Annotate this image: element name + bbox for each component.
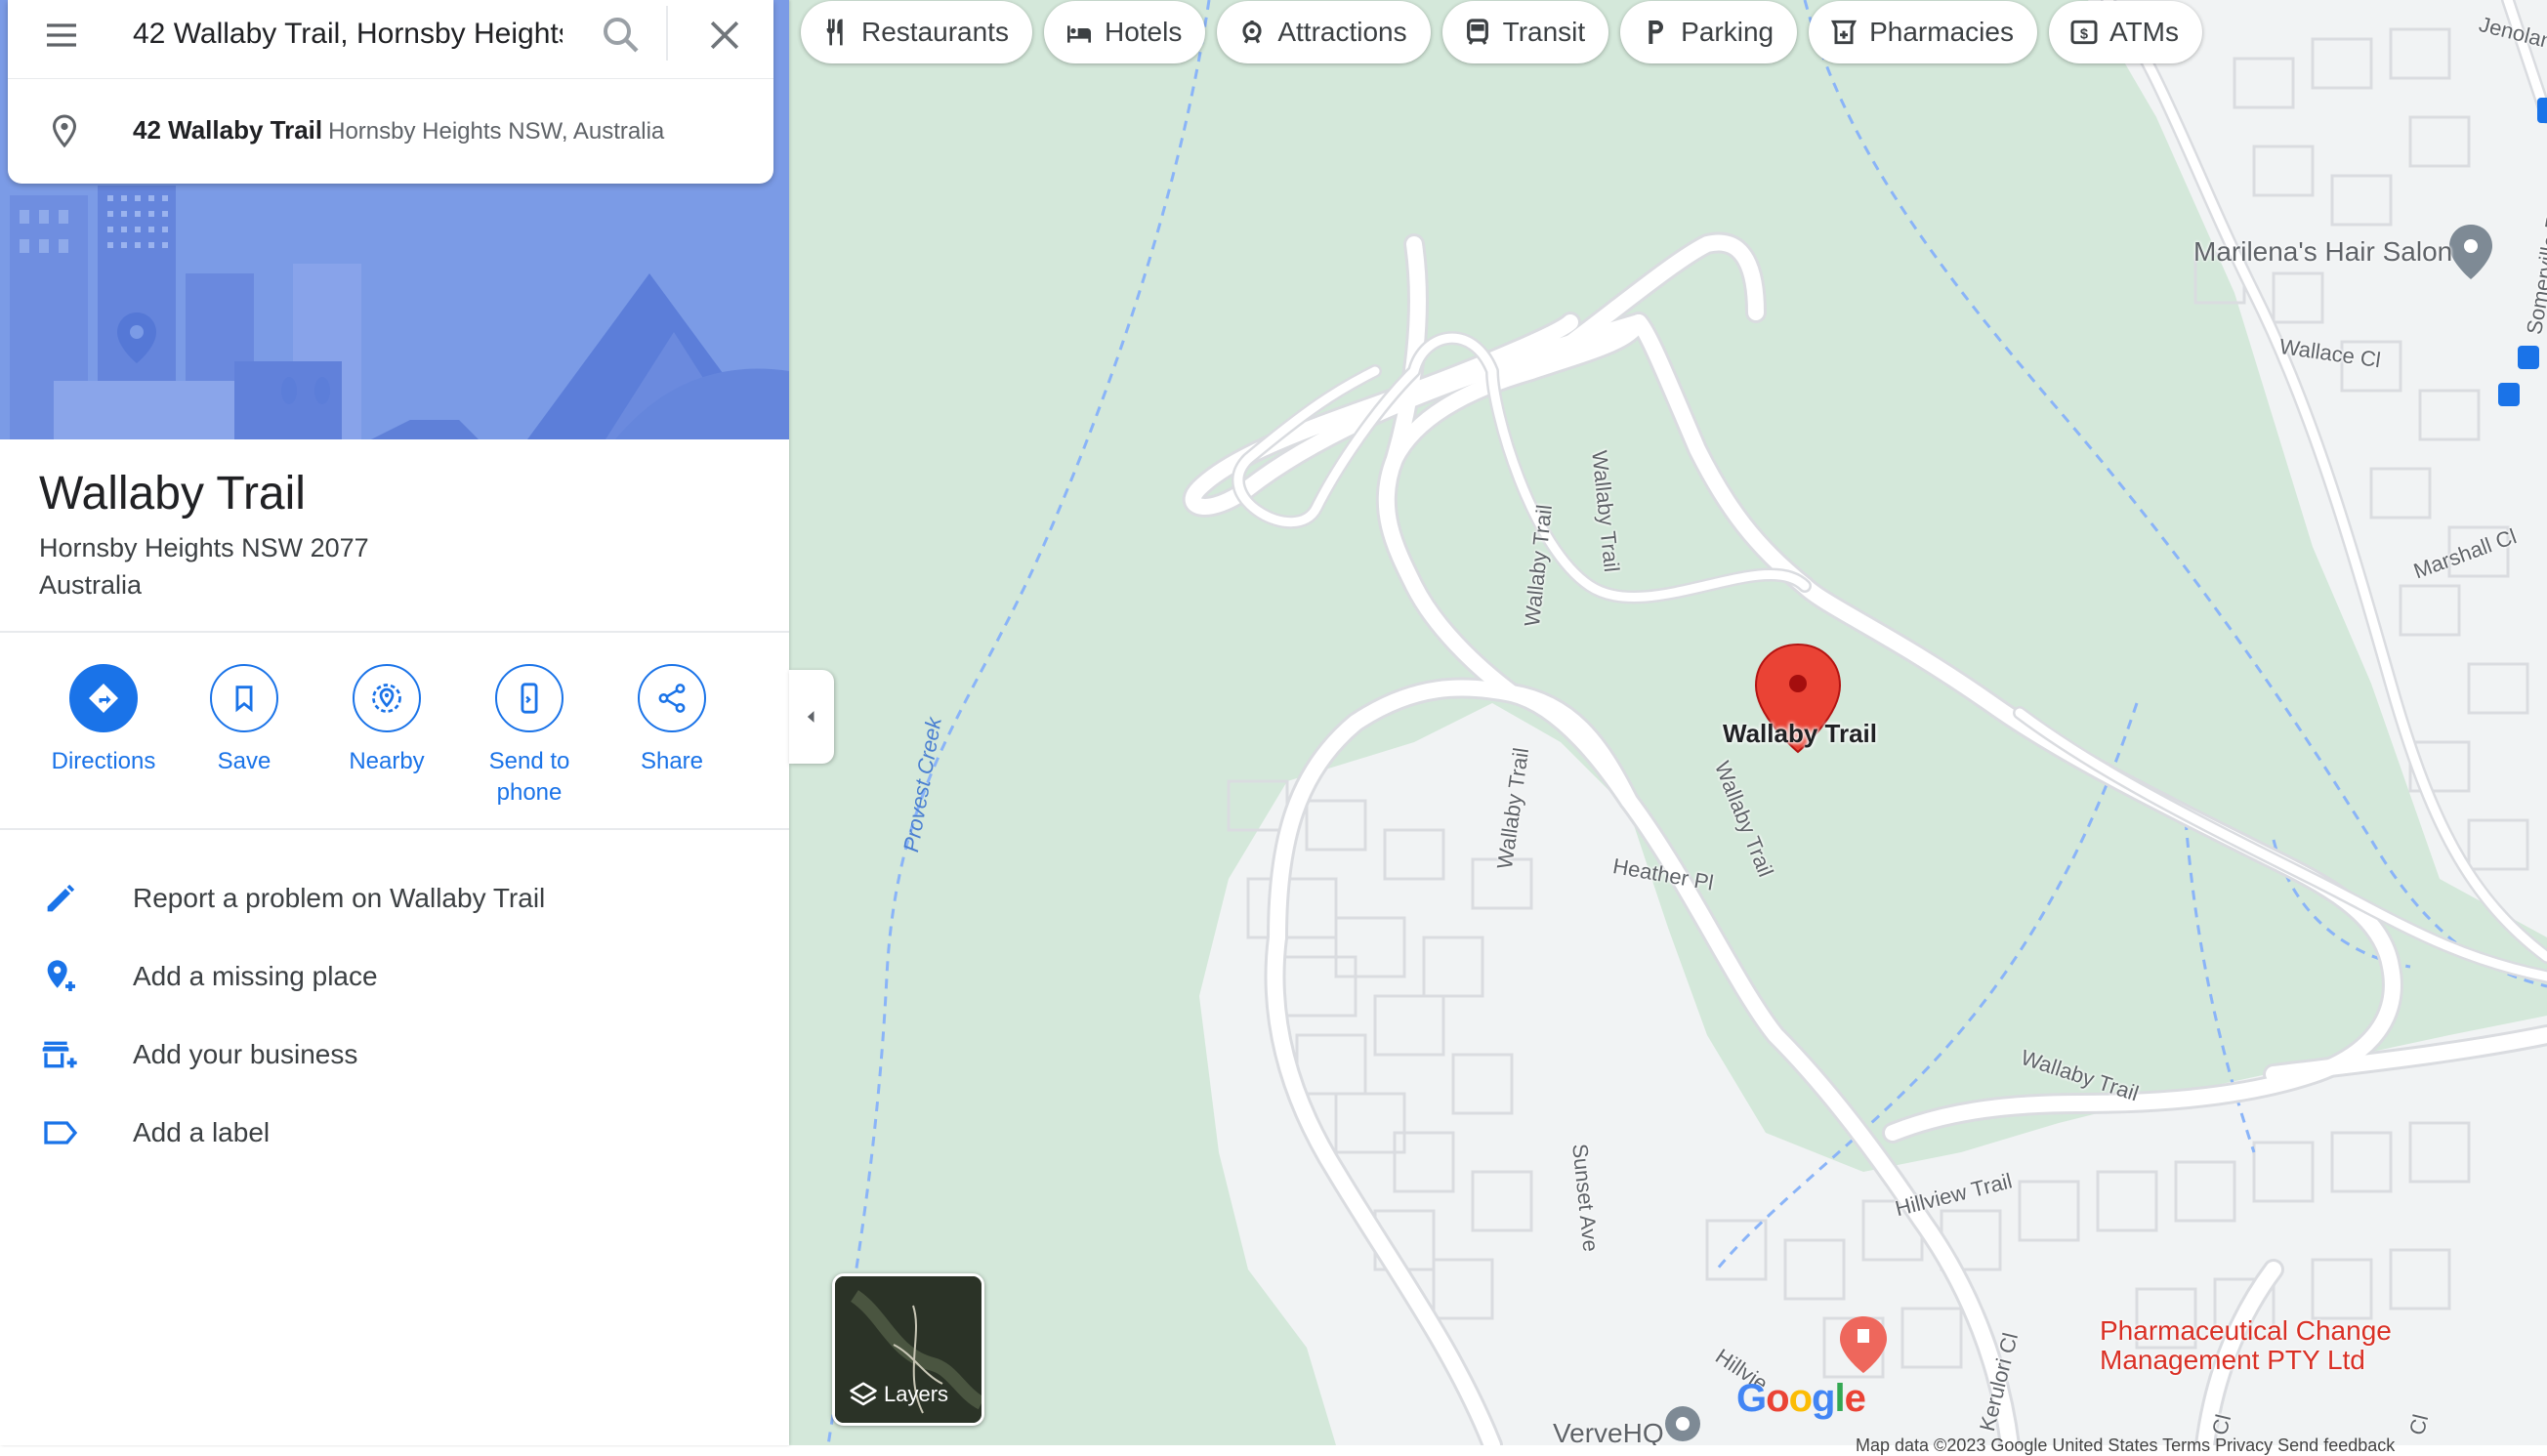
place-title: Wallaby Trail xyxy=(39,468,306,520)
label-icon xyxy=(44,1121,78,1144)
add-missing-place-item[interactable]: Add a missing place xyxy=(0,937,789,1016)
chip-pharmacies[interactable]: Pharmacies xyxy=(1809,1,2037,63)
nearby-circle xyxy=(353,664,421,732)
search-input[interactable] xyxy=(133,14,563,55)
chip-restaurants[interactable]: Restaurants xyxy=(801,1,1032,63)
save-button[interactable]: Save xyxy=(176,664,313,777)
add-label-item[interactable]: Add a label xyxy=(0,1094,789,1172)
share-circle xyxy=(638,664,706,732)
chip-label: ATMs xyxy=(2109,17,2179,47)
layers-label: Layers xyxy=(884,1382,949,1406)
report-problem-label: Report a problem on Wallaby Trail xyxy=(133,883,546,913)
chip-label: Transit xyxy=(1502,17,1586,47)
layers-button[interactable]: Layers xyxy=(832,1273,984,1426)
address-line-1: Hornsby Heights NSW 2077 xyxy=(39,533,369,562)
divider xyxy=(0,631,789,633)
chip-label: Attractions xyxy=(1277,17,1407,47)
directions-button[interactable]: Directions xyxy=(35,664,172,777)
chip-attractions[interactable]: Attractions xyxy=(1217,1,1431,63)
save-label: Save xyxy=(217,748,271,774)
close-icon[interactable] xyxy=(703,14,746,57)
add-label-label: Add a label xyxy=(133,1117,271,1147)
directions-label: Directions xyxy=(51,748,156,774)
pencil-icon xyxy=(47,884,75,912)
location-pin-icon xyxy=(52,114,77,148)
hotel-icon xyxy=(1066,25,1091,43)
pharmacy-icon xyxy=(1831,20,1858,45)
google-logo: Google xyxy=(1736,1377,1866,1420)
save-circle xyxy=(210,664,278,732)
add-missing-place-label: Add a missing place xyxy=(133,961,378,991)
search-icon[interactable] xyxy=(598,12,645,59)
place-menu-list: Report a problem on Wallaby Trail Add a … xyxy=(0,859,789,1172)
poi-pharma-line1: Pharmaceutical Change xyxy=(2100,1315,2392,1346)
svg-text:$: $ xyxy=(2080,27,2088,43)
search-row xyxy=(8,0,773,79)
chip-label: Pharmacies xyxy=(1869,17,2014,47)
action-buttons: Directions Save Nearby Send to phone Sha… xyxy=(35,664,758,811)
collapse-panel-button[interactable] xyxy=(789,670,834,764)
chip-label: Parking xyxy=(1681,17,1775,47)
add-business-icon xyxy=(42,1041,77,1068)
menu-icon[interactable] xyxy=(39,16,84,55)
chip-transit[interactable]: Transit xyxy=(1441,1,1609,63)
search-divider xyxy=(666,6,668,61)
send-to-phone-button[interactable]: Send to phone xyxy=(461,664,598,809)
phone-icon xyxy=(521,683,538,714)
chip-label: Hotels xyxy=(1104,17,1183,47)
poi-pharma-line2: Management PTY Ltd xyxy=(2100,1345,2365,1375)
address-line-2: Australia xyxy=(39,570,143,600)
map-canvas[interactable]: Wallaby Trail Wallaby Trail Wallaby Trai… xyxy=(789,0,2547,1445)
directions-icon xyxy=(89,684,118,713)
transit-icon xyxy=(1466,19,1488,45)
pin-label[interactable]: Wallaby Trail xyxy=(1723,719,1877,749)
send-to-phone-circle xyxy=(495,664,564,732)
chip-hotels[interactable]: Hotels xyxy=(1043,1,1206,63)
search-box: 42 Wallaby TrailHornsby Heights NSW, Aus… xyxy=(8,0,773,184)
search-suggestion[interactable]: 42 Wallaby Trail Hornsby Heights NSW, Aus… xyxy=(8,98,773,162)
report-problem-item[interactable]: Report a problem on Wallaby Trail xyxy=(0,859,789,937)
bookmark-icon xyxy=(235,686,253,713)
add-business-label: Add your business xyxy=(133,1039,358,1069)
directions-circle xyxy=(69,664,138,732)
chip-label: Restaurants xyxy=(861,17,1009,47)
send-to-phone-label: Send to phone xyxy=(488,748,570,806)
layers-icon xyxy=(850,1382,877,1406)
nearby-label: Nearby xyxy=(349,748,425,774)
add-business-item[interactable]: Add your business xyxy=(0,1016,789,1094)
suggestion-sub: Hornsby Heights NSW, Australia xyxy=(328,118,665,145)
suggestion-text: 42 Wallaby Trail Hornsby Heights NSW, Aus… xyxy=(133,115,664,146)
chevron-left-icon xyxy=(807,711,814,723)
poi-vervehq[interactable]: VerveHQ xyxy=(1553,1418,1664,1445)
chip-atms[interactable]: $ ATMs xyxy=(2048,1,2202,63)
restaurant-icon xyxy=(826,19,843,46)
side-panel: 42 Wallaby TrailHornsby Heights NSW, Aus… xyxy=(0,0,789,1445)
suggestion-main: 42 Wallaby Trail xyxy=(133,115,323,145)
map-attribution[interactable]: Map data ©2023 Google United States Term… xyxy=(1856,1435,2395,1456)
share-label: Share xyxy=(640,748,704,774)
poi-pharmaceutical[interactable]: Pharmaceutical Change Management PTY Ltd xyxy=(2100,1316,2392,1375)
category-chips: Restaurants Hotels Attractions Transit P… xyxy=(801,0,2202,64)
poi-hair-salon[interactable]: Marilena's Hair Salon xyxy=(2193,236,2452,268)
attractions-icon xyxy=(1242,21,1262,44)
share-icon xyxy=(658,684,686,713)
divider xyxy=(0,828,789,830)
parking-icon xyxy=(1649,21,1664,44)
chip-parking[interactable]: Parking xyxy=(1620,1,1798,63)
atm-icon: $ xyxy=(2070,20,2098,45)
add-place-icon xyxy=(47,960,75,991)
share-button[interactable]: Share xyxy=(604,664,740,777)
map-base-layer xyxy=(826,0,2547,1445)
nearby-icon xyxy=(372,684,401,713)
nearby-button[interactable]: Nearby xyxy=(318,664,455,777)
